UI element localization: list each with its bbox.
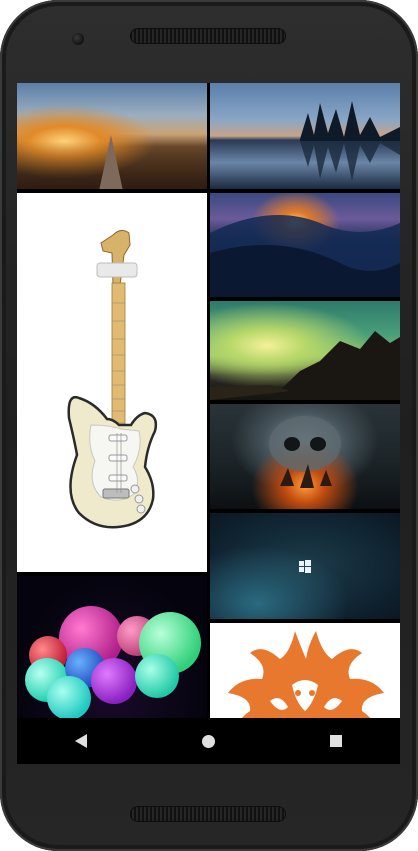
earpiece-speaker	[130, 28, 286, 44]
front-camera	[72, 33, 84, 45]
home-circle-icon	[201, 734, 215, 748]
wallpaper-gallery-grid	[17, 83, 400, 764]
mountain-silhouette	[210, 331, 400, 400]
home-button[interactable]	[188, 721, 228, 761]
lake-trees-graphic	[300, 101, 400, 181]
wave-graphic	[210, 215, 400, 297]
orb-teal	[135, 654, 179, 698]
orb-aqua	[47, 676, 91, 720]
phone-frame	[0, 0, 418, 851]
tile-lake-reflection[interactable]	[210, 83, 400, 189]
tile-green-sky-landscape[interactable]	[210, 301, 400, 400]
tile-windows-logo-wallpaper[interactable]	[210, 513, 400, 619]
orb-purple	[91, 658, 137, 704]
skull-graphic	[269, 416, 341, 488]
windows-logo	[299, 560, 311, 573]
tile-road-sunset[interactable]	[17, 83, 207, 189]
back-triangle-icon	[74, 734, 87, 748]
guitar-illustration	[67, 229, 158, 529]
tile-guitar[interactable]	[17, 193, 207, 572]
back-button[interactable]	[61, 721, 101, 761]
bottom-speaker	[130, 806, 286, 822]
road-graphic	[99, 135, 123, 189]
recents-button[interactable]	[316, 721, 356, 761]
tile-skull-clouds-ships[interactable]	[210, 404, 400, 509]
tile-wave-sunset[interactable]	[210, 193, 400, 297]
android-navigation-bar	[17, 718, 400, 764]
recents-square-icon	[330, 735, 343, 747]
